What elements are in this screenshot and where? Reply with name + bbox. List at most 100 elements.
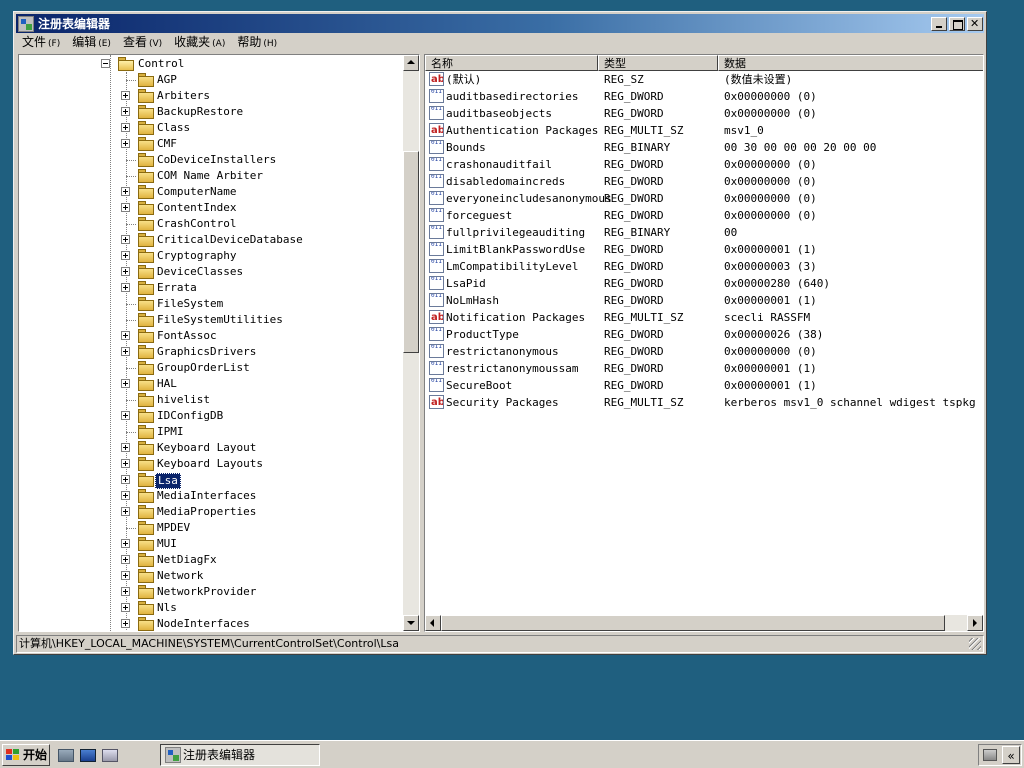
value-row[interactable]: SecureBoot REG_DWORD 0x00000001 (1) — [425, 377, 983, 394]
value-row[interactable]: ProductType REG_DWORD 0x00000026 (38) — [425, 326, 983, 343]
tree-node[interactable]: ContentIndex — [19, 200, 399, 216]
tree-node[interactable]: MediaProperties — [19, 504, 399, 520]
tray-expand-button[interactable]: « — [1002, 746, 1020, 764]
close-button[interactable] — [967, 16, 983, 31]
tree-node[interactable]: Class — [19, 120, 399, 136]
expand-icon[interactable] — [121, 555, 130, 564]
value-row[interactable]: restrictanonymous REG_DWORD 0x00000000 (0) — [425, 343, 983, 360]
expand-icon[interactable] — [121, 411, 130, 420]
expand-icon[interactable] — [121, 267, 130, 276]
regedit-app-icon[interactable] — [18, 15, 34, 32]
value-row[interactable]: restrictanonymoussam REG_DWORD 0x00000001 … — [425, 360, 983, 377]
expand-icon[interactable] — [121, 235, 130, 244]
expand-icon[interactable] — [121, 619, 130, 628]
tree-node[interactable]: ComputerName — [19, 184, 399, 200]
expand-icon[interactable] — [121, 283, 130, 292]
minimize-button[interactable] — [931, 16, 947, 31]
expand-icon[interactable] — [121, 331, 130, 340]
expand-icon[interactable] — [121, 203, 130, 212]
column-header-name[interactable]: 名称 — [425, 55, 598, 71]
value-row[interactable]: Notification Packages REG_MULTI_SZ scecli … — [425, 309, 983, 326]
tree-node[interactable]: Lsa — [19, 472, 399, 489]
expand-icon[interactable] — [121, 139, 130, 148]
show-desktop-icon[interactable] — [80, 749, 96, 762]
tree-node[interactable]: COM Name Arbiter — [19, 168, 399, 184]
tree-node[interactable]: hivelist — [19, 392, 399, 408]
value-row[interactable]: Authentication Packages REG_MULTI_SZ msv1_… — [425, 122, 983, 139]
tree-vertical-scrollbar[interactable] — [403, 55, 419, 631]
key-tree-pane[interactable]: Control AGP Arbiters BackupRestore Class CMF C… — [18, 54, 420, 632]
value-row[interactable]: fullprivilegeauditing REG_BINARY 00 — [425, 224, 983, 241]
menu-item-3[interactable]: 收藏夹 (A) — [168, 33, 231, 53]
scroll-down-icon[interactable] — [403, 615, 419, 631]
resize-grip-icon[interactable] — [969, 638, 981, 650]
collapse-icon[interactable] — [101, 59, 110, 68]
tree-node[interactable]: MediaInterfaces — [19, 488, 399, 504]
taskbar-regedit-button[interactable]: 注册表编辑器 — [160, 744, 320, 766]
tree-scroll-thumb[interactable] — [403, 151, 419, 353]
tree-node[interactable]: IDConfigDB — [19, 408, 399, 424]
tree-node[interactable]: Keyboard Layouts — [19, 456, 399, 472]
expand-icon[interactable] — [121, 443, 130, 452]
expand-icon[interactable] — [121, 379, 130, 388]
tree-node[interactable]: DeviceClasses — [19, 264, 399, 280]
expand-icon[interactable] — [121, 187, 130, 196]
menu-item-4[interactable]: 帮助 (H) — [231, 33, 283, 53]
value-row[interactable]: forceguest REG_DWORD 0x00000000 (0) — [425, 207, 983, 224]
tree-node[interactable]: FileSystem — [19, 296, 399, 312]
tree-node[interactable]: NodeInterfaces — [19, 616, 399, 631]
expand-icon[interactable] — [121, 459, 130, 468]
scroll-right-icon[interactable] — [967, 615, 983, 631]
tree-node[interactable]: Nls — [19, 600, 399, 616]
expand-icon[interactable] — [121, 475, 130, 484]
tree-node-control[interactable]: Control — [19, 56, 399, 72]
tree-node[interactable]: Errata — [19, 280, 399, 296]
expand-icon[interactable] — [121, 491, 130, 500]
tree-node[interactable]: FileSystemUtilities — [19, 312, 399, 328]
value-row[interactable]: LmCompatibilityLevel REG_DWORD 0x00000003 … — [425, 258, 983, 275]
tree-node[interactable]: FontAssoc — [19, 328, 399, 344]
tree-node[interactable]: MUI — [19, 536, 399, 552]
value-row[interactable]: (默认) REG_SZ (数值未设置) — [425, 71, 983, 88]
expand-icon[interactable] — [121, 347, 130, 356]
column-header-data[interactable]: 数据 — [718, 55, 983, 71]
expand-icon[interactable] — [121, 539, 130, 548]
list-scroll-thumb[interactable] — [441, 615, 945, 631]
value-row[interactable]: LsaPid REG_DWORD 0x00000280 (640) — [425, 275, 983, 292]
start-button[interactable]: 开始 — [2, 744, 50, 766]
tree-node[interactable]: GroupOrderList — [19, 360, 399, 376]
expand-icon[interactable] — [121, 603, 130, 612]
tree-node[interactable]: Cryptography — [19, 248, 399, 264]
value-row[interactable]: LimitBlankPasswordUse REG_DWORD 0x00000001… — [425, 241, 983, 258]
tree-node[interactable]: AGP — [19, 72, 399, 88]
tree-node[interactable]: IPMI — [19, 424, 399, 440]
server-manager-icon[interactable] — [58, 749, 74, 762]
expand-icon[interactable] — [121, 251, 130, 260]
expand-icon[interactable] — [121, 571, 130, 580]
value-row[interactable]: auditbasedirectories REG_DWORD 0x00000000 … — [425, 88, 983, 105]
list-horizontal-scrollbar[interactable] — [425, 615, 983, 631]
value-row[interactable]: auditbaseobjects REG_DWORD 0x00000000 (0) — [425, 105, 983, 122]
tree-node[interactable]: CrashControl — [19, 216, 399, 232]
scroll-left-icon[interactable] — [425, 615, 441, 631]
tree-node[interactable]: GraphicsDrivers — [19, 344, 399, 360]
tree-node[interactable]: CoDeviceInstallers — [19, 152, 399, 168]
keyboard-tray-icon[interactable] — [983, 749, 997, 761]
value-row[interactable]: crashonauditfail REG_DWORD 0x00000000 (0) — [425, 156, 983, 173]
expand-icon[interactable] — [121, 107, 130, 116]
expand-icon[interactable] — [121, 91, 130, 100]
network-icon[interactable] — [102, 749, 118, 762]
value-row[interactable]: Bounds REG_BINARY 00 30 00 00 00 20 00 00 — [425, 139, 983, 156]
tree-node[interactable]: NetDiagFx — [19, 552, 399, 568]
tree-node[interactable]: Arbiters — [19, 88, 399, 104]
tree-node[interactable]: CriticalDeviceDatabase — [19, 232, 399, 248]
value-row[interactable]: NoLmHash REG_DWORD 0x00000001 (1) — [425, 292, 983, 309]
tree-node[interactable]: CMF — [19, 136, 399, 152]
value-row[interactable]: everyoneincludesanonymousREG_DWORD 0x0000… — [425, 190, 983, 207]
maximize-button[interactable] — [949, 16, 965, 31]
expand-icon[interactable] — [121, 507, 130, 516]
scroll-up-icon[interactable] — [403, 55, 419, 71]
menu-item-1[interactable]: 编辑 (E) — [66, 33, 117, 53]
menu-item-0[interactable]: 文件 (F) — [16, 33, 66, 53]
tree-node[interactable]: Keyboard Layout — [19, 440, 399, 456]
